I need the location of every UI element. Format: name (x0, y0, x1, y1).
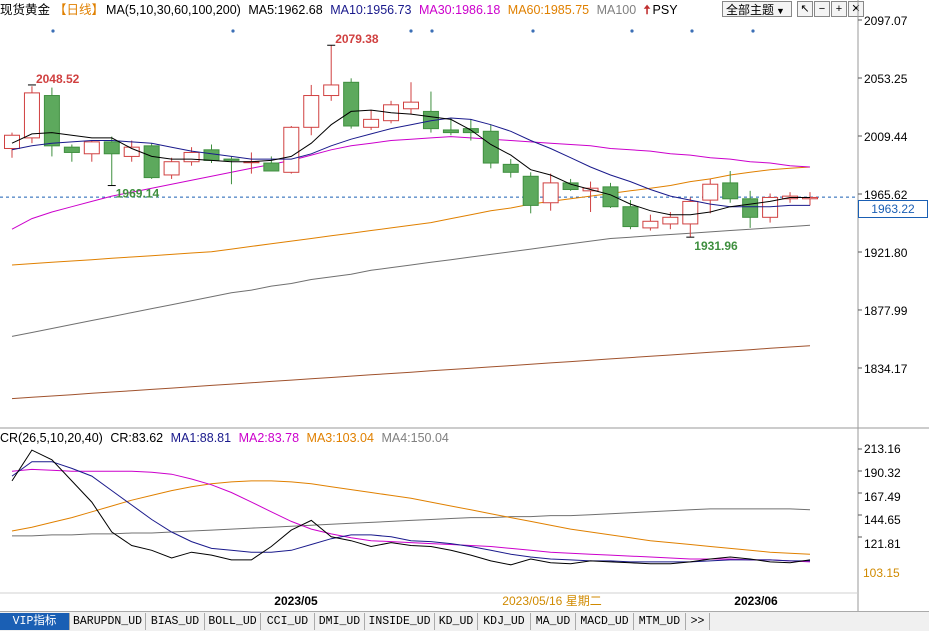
cr-axis-label: 213.16 (864, 442, 901, 456)
candle-body (682, 200, 699, 225)
low-annotation: 1969.14 (116, 187, 160, 201)
candle-body (163, 161, 180, 176)
candle-body (702, 183, 719, 201)
date-label-jun: 2023/06 (734, 594, 778, 608)
cr-ma4-line (12, 508, 811, 537)
indicator-tab[interactable]: DMI_UD (315, 613, 365, 630)
candle-body (4, 134, 20, 149)
more-tabs-button[interactable]: >> (686, 613, 710, 630)
cursor-date-label: 2023/05/16 星期二 (502, 594, 601, 608)
cr-axis-label: 144.65 (864, 513, 901, 527)
indicator-tab[interactable]: BIAS_UD (146, 613, 205, 630)
candle-body (43, 95, 60, 147)
cr-axis-label: 167.49 (864, 490, 901, 504)
candle-body (303, 95, 320, 128)
candle-body (143, 145, 160, 179)
candle-body (223, 158, 240, 161)
candle-body (442, 129, 459, 134)
price-axis-label: 2009.44 (864, 130, 908, 144)
indicator-tab[interactable]: INSIDE_UD (365, 613, 435, 630)
candle-body (642, 220, 659, 229)
price-axis-label: 2097.07 (864, 14, 908, 28)
event-marker-dot (690, 29, 694, 33)
price-axis-label: 1834.17 (864, 362, 908, 376)
candle-body (63, 146, 80, 153)
cr-ma2-line (11, 468, 811, 563)
event-marker-dot (751, 29, 755, 33)
candle-body (23, 92, 40, 139)
ma100-line (11, 224, 811, 337)
indicator-tab[interactable]: BOLL_UD (205, 613, 261, 630)
high-annotation: 2079.38 (335, 32, 379, 46)
cr-axis-label: 121.81 (864, 537, 901, 551)
low-annotation: 1931.96 (694, 239, 738, 253)
indicator-tab[interactable]: MACD_UD (576, 613, 634, 630)
candle-body (203, 149, 220, 161)
event-marker-dot (51, 29, 55, 33)
cr-ma3-line (11, 480, 811, 555)
candle-body (183, 151, 200, 163)
candle-body (662, 216, 679, 225)
candle-body (622, 206, 639, 228)
cr-ma1-line (11, 461, 810, 563)
candle-body (502, 163, 519, 173)
indicator-tab-strip: VIP指标 BARUPDN_UD BIAS_UD BOLL_UD CCI_UD DMI_U… (0, 611, 929, 631)
candle-body (722, 182, 739, 200)
indicator-tab[interactable]: CCI_UD (261, 613, 315, 630)
candle-body (403, 101, 419, 110)
indicator-tab[interactable]: MTM_UD (634, 613, 686, 630)
candle-body (542, 182, 559, 204)
price-axis-label: 1877.99 (864, 304, 908, 318)
indicator-tab[interactable]: BARUPDN_UD (70, 613, 146, 630)
price-axis-label: 1921.80 (864, 246, 908, 260)
event-marker-dot (430, 29, 434, 33)
indicator-tab[interactable]: VIP指标 (0, 613, 70, 630)
chart-canvas[interactable]: 2048.52 2079.38 1969.14 1931.96 2023/05 2023/… (0, 0, 929, 611)
candle-body (343, 81, 360, 127)
candle-body (283, 126, 300, 173)
indicator-tab[interactable]: KD_UD (435, 613, 478, 630)
current-price-tag: 1963.22 (858, 200, 928, 218)
candle-body (522, 175, 539, 206)
indicator-tab[interactable]: MA_UD (531, 613, 576, 630)
high-annotation: 2048.52 (36, 72, 80, 86)
date-label-may: 2023/05 (274, 594, 318, 608)
event-marker-dot (409, 29, 413, 33)
candle-body (323, 84, 340, 97)
event-marker-dot (231, 29, 235, 33)
candle-body (83, 141, 100, 155)
indicator-tab[interactable]: KDJ_UD (478, 613, 531, 630)
candle-body (363, 118, 380, 128)
candle-body (103, 141, 120, 155)
cr-line (11, 449, 811, 566)
candle-body (742, 198, 759, 218)
event-marker-dot (630, 29, 634, 33)
price-axis-label: 2053.25 (864, 72, 908, 86)
ma200-line (11, 345, 811, 400)
event-marker-dot (531, 29, 535, 33)
current-cr-tag: 103.15 (860, 565, 903, 581)
candle-body (263, 162, 280, 172)
cr-axis-label: 190.32 (864, 466, 901, 480)
